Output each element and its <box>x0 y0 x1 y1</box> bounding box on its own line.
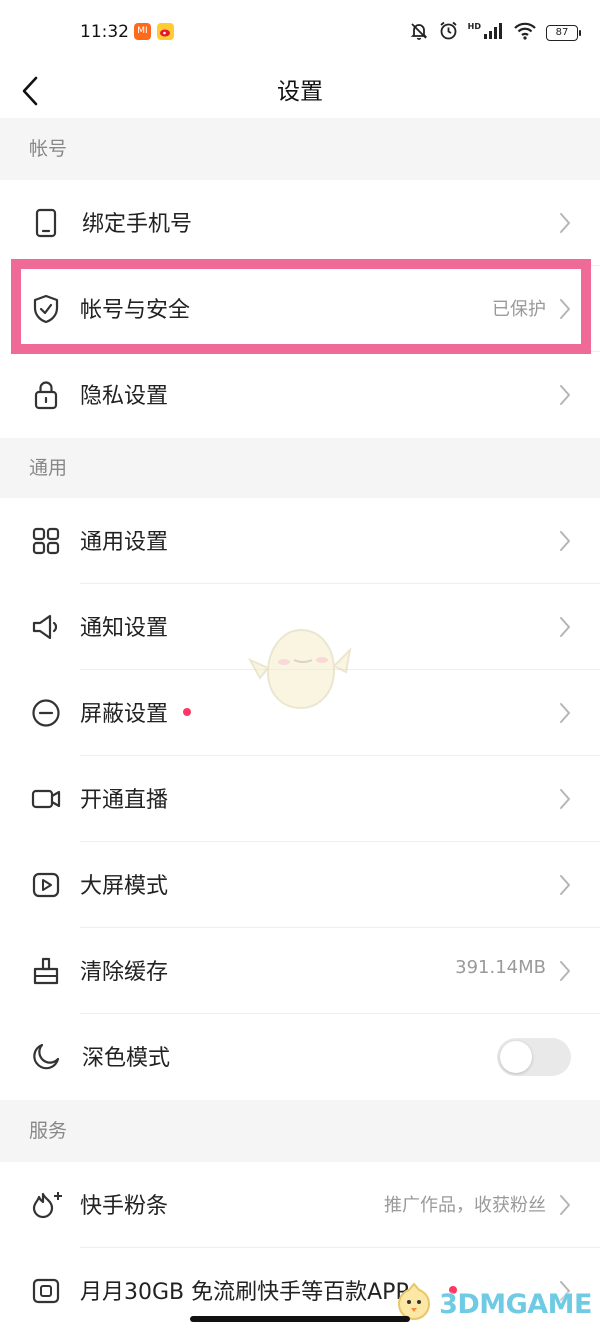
section-header-general: 通用 <box>0 438 600 498</box>
mascot-watermark-icon <box>246 620 356 715</box>
chevron-right-icon <box>558 211 572 235</box>
chevron-right-icon <box>558 1193 572 1217</box>
status-bar: 11:32 MI HD 87 <box>0 0 600 62</box>
status-icons: HD 87 <box>409 20 581 45</box>
lock-icon <box>30 379 62 411</box>
section-header-account: 帐号 <box>0 118 600 180</box>
cell-signal-icon <box>482 22 504 44</box>
row-label: 隐私设置 <box>80 384 169 409</box>
chevron-right-icon <box>558 615 572 639</box>
chevron-right-icon <box>558 873 572 897</box>
grid-icon <box>30 525 62 557</box>
row-big-screen[interactable]: 大屏模式 <box>0 842 600 928</box>
home-indicator[interactable] <box>190 1316 410 1322</box>
broom-icon <box>30 955 62 987</box>
status-time: 11:32 <box>80 22 129 42</box>
video-camera-icon <box>30 783 62 815</box>
page-title: 设置 <box>277 79 323 105</box>
hd-label: HD <box>467 22 481 31</box>
speaker-icon <box>30 611 62 643</box>
row-bind-phone[interactable]: 绑定手机号 <box>0 180 600 266</box>
weibo-app-icon <box>157 23 174 40</box>
chevron-right-icon <box>558 701 572 725</box>
row-privacy[interactable]: 隐私设置 <box>0 352 600 438</box>
row-general-settings[interactable]: 通用设置 <box>0 498 600 584</box>
section-header-services: 服务 <box>0 1100 600 1162</box>
red-dot-badge <box>183 708 191 716</box>
wifi-icon <box>513 22 537 44</box>
row-label: 屏蔽设置 <box>80 702 169 727</box>
nav-bar: 设置 <box>0 62 600 118</box>
chevron-right-icon <box>558 529 572 553</box>
row-label: 开通直播 <box>80 788 169 813</box>
row-live[interactable]: 开通直播 <box>0 756 600 842</box>
row-fans[interactable]: 快手粉条 推广作品，收获粉丝 <box>0 1162 600 1248</box>
chevron-right-icon <box>558 959 572 983</box>
row-label: 通用设置 <box>80 530 169 555</box>
minus-circle-icon <box>30 697 62 729</box>
moon-icon <box>30 1041 62 1073</box>
dark-mode-toggle[interactable] <box>497 1038 571 1076</box>
toggle-knob <box>500 1041 532 1073</box>
row-label: 大屏模式 <box>80 874 169 899</box>
watermark-text: 3DMGAME <box>439 1288 592 1320</box>
chevron-right-icon <box>558 787 572 811</box>
row-label: 清除缓存 <box>80 960 169 985</box>
row-value: 391.14MB <box>455 957 546 978</box>
row-label: 通知设置 <box>80 616 169 641</box>
row-label: 深色模式 <box>82 1046 171 1071</box>
alarm-clock-icon <box>438 20 459 45</box>
row-label: 快手粉条 <box>80 1194 169 1219</box>
mute-bell-icon <box>409 21 429 45</box>
phone-icon <box>30 207 62 239</box>
row-dark-mode: 深色模式 <box>0 1014 600 1100</box>
sim-card-icon <box>30 1275 62 1307</box>
battery-icon: 87 <box>546 24 581 41</box>
chevron-right-icon <box>558 383 572 407</box>
play-screen-icon <box>30 869 62 901</box>
highlight-box <box>11 259 591 354</box>
mi-app-icon: MI <box>134 23 151 40</box>
site-watermark: 3DMGAME <box>393 1281 592 1327</box>
row-value: 推广作品，收获粉丝 <box>384 1195 546 1216</box>
row-clear-cache[interactable]: 清除缓存 391.14MB <box>0 928 600 1014</box>
row-label: 月月30GB 免流刷快手等百款APP <box>80 1280 409 1305</box>
row-label: 绑定手机号 <box>82 212 193 237</box>
fire-plus-icon <box>30 1189 62 1221</box>
